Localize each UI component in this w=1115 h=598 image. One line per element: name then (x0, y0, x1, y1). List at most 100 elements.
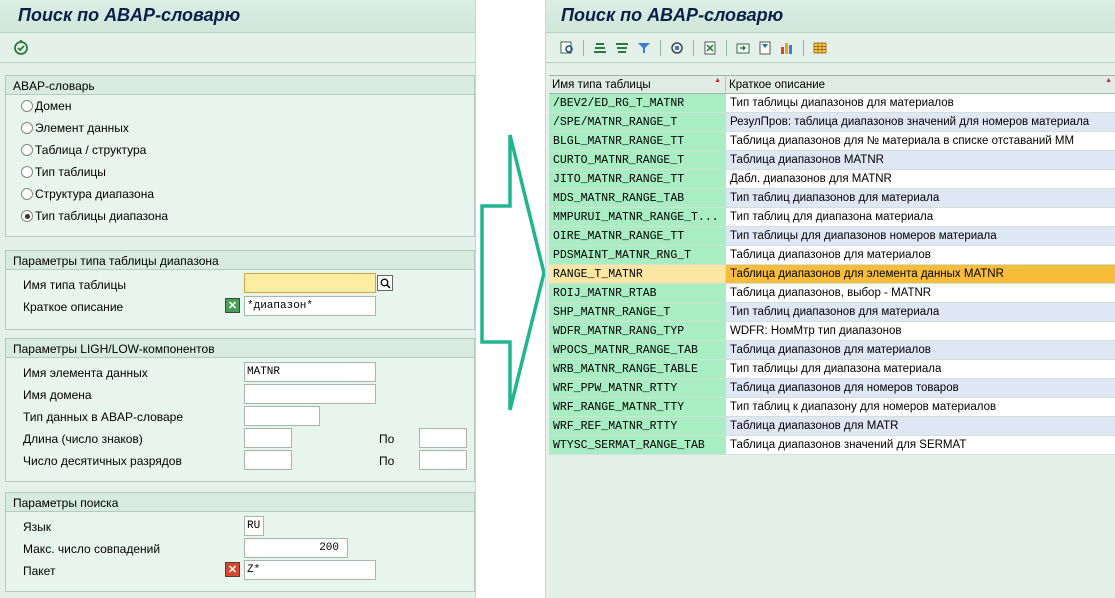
table-row[interactable]: /SPE/MATNR_RANGE_T РезулПров: таблица диа… (549, 113, 1115, 132)
description-cell: Таблица диапазонов для элемента данных M… (726, 265, 1115, 283)
form-title: Поиск по ABAP-словарю (0, 0, 475, 33)
table-type-name-input[interactable] (244, 273, 376, 293)
table-type-name-cell[interactable]: OIRE_MATNR_RANGE_TT (549, 227, 726, 245)
length-from-input[interactable] (244, 428, 292, 448)
radio-button-icon[interactable] (21, 144, 33, 156)
decimals-to-label: По (379, 454, 395, 468)
domain-name-input[interactable] (244, 384, 376, 404)
description-cell: Таблица диапазонов значений для SERMAT (726, 436, 1115, 454)
radio-button-icon[interactable] (21, 166, 33, 178)
table-row[interactable]: BLGL_MATNR_RANGE_TT Таблица диапазонов дл… (549, 132, 1115, 151)
radio-button-icon[interactable] (21, 210, 33, 222)
table-type-name-cell[interactable]: WDFR_MATNR_RANG_TYP (549, 322, 726, 340)
radio-option[interactable]: Структура диапазона (21, 187, 154, 201)
print-icon[interactable] (732, 38, 754, 58)
column-header-name[interactable]: Имя типа таблицы ▲ (549, 76, 726, 93)
details-icon[interactable] (556, 38, 578, 58)
radio-option[interactable]: Тип таблицы (21, 165, 106, 179)
table-type-name-cell[interactable]: SHP_MATNR_RANGE_T (549, 303, 726, 321)
table-row[interactable]: OIRE_MATNR_RANGE_TT Тип таблицы для диапа… (549, 227, 1115, 246)
grid-icon[interactable] (809, 38, 831, 58)
description-cell: Таблица диапазонов для № материала в спи… (726, 132, 1115, 150)
table-row[interactable]: CURTO_MATNR_RANGE_T Таблица диапазонов MA… (549, 151, 1115, 170)
table-row[interactable]: WDFR_MATNR_RANG_TYP WDFR: НомМтр тип диап… (549, 322, 1115, 341)
table-type-name-cell[interactable]: WPOCS_MATNR_RANGE_TAB (549, 341, 726, 359)
table-type-name-cell[interactable]: WRB_MATNR_RANGE_TABLE (549, 360, 726, 378)
table-row[interactable]: MMPURUI_MATNR_RANGE_T... Тип таблиц для д… (549, 208, 1115, 227)
column-header-description[interactable]: Краткое описание ▲ (726, 76, 1115, 93)
filter-icon[interactable] (633, 38, 655, 58)
radio-option[interactable]: Домен (21, 99, 72, 113)
table-row[interactable]: WRF_PPW_MATNR_RTTY Таблица диапазонов для… (549, 379, 1115, 398)
search-help-icon[interactable] (377, 275, 393, 291)
data-element-label: Имя элемента данных (23, 366, 148, 380)
decimals-to-input[interactable] (419, 450, 467, 470)
exclude-selection-icon[interactable]: ✕ (225, 562, 240, 577)
description-cell: Тип таблиц диапазонов для материала (726, 189, 1115, 207)
table-row[interactable]: SHP_MATNR_RANGE_T Тип таблиц диапазонов д… (549, 303, 1115, 322)
description-cell: Тип таблиц для диапазона материала (726, 208, 1115, 226)
radio-option[interactable]: Элемент данных (21, 121, 129, 135)
table-type-name-cell[interactable]: ROIJ_MATNR_RTAB (549, 284, 726, 302)
sum-icon[interactable] (666, 38, 688, 58)
table-row[interactable]: /BEV2/ED_RG_T_MATNR Тип таблицы диапазоно… (549, 94, 1115, 113)
table-row[interactable]: RANGE_T_MATNR Таблица диапазонов для элем… (549, 265, 1115, 284)
table-row[interactable]: MDS_MATNR_RANGE_TAB Тип таблиц диапазонов… (549, 189, 1115, 208)
table-type-name-cell[interactable]: WRF_PPW_MATNR_RTTY (549, 379, 726, 397)
table-row[interactable]: WRF_REF_MATNR_RTTY Таблица диапазонов для… (549, 417, 1115, 436)
table-type-name-cell[interactable]: MDS_MATNR_RANGE_TAB (549, 189, 726, 207)
table-type-name-cell[interactable]: RANGE_T_MATNR (549, 265, 726, 283)
table-type-name-cell[interactable]: MMPURUI_MATNR_RANGE_T... (549, 208, 726, 226)
chart-icon[interactable] (776, 38, 798, 58)
domain-name-label: Имя домена (23, 388, 92, 402)
radio-button-icon[interactable] (21, 122, 33, 134)
radio-option[interactable]: Тип таблицы диапазона (21, 209, 168, 223)
description-cell: Таблица диапазонов для номеров товаров (726, 379, 1115, 397)
components-group-title: Параметры LIGH/LOW-компонентов (6, 339, 474, 358)
table-type-name-cell[interactable]: WRF_RANGE_MATNR_TTY (549, 398, 726, 416)
data-element-input[interactable]: MATNR (244, 362, 376, 382)
description-cell: Тип таблиц к диапазону для номеров матер… (726, 398, 1115, 416)
table-row[interactable]: WRF_RANGE_MATNR_TTY Тип таблиц к диапазон… (549, 398, 1115, 417)
table-row[interactable]: WTYSC_SERMAT_RANGE_TAB Таблица диапазонов… (549, 436, 1115, 455)
range-type-group-title: Параметры типа таблицы диапазона (6, 251, 474, 270)
radio-button-icon[interactable] (21, 188, 33, 200)
datatype-input[interactable] (244, 406, 320, 426)
table-type-name-cell[interactable]: PDSMAINT_MATNR_RNG_T (549, 246, 726, 264)
table-type-name-cell[interactable]: CURTO_MATNR_RANGE_T (549, 151, 726, 169)
sort-descending-icon[interactable] (611, 38, 633, 58)
table-type-name-cell[interactable]: BLGL_MATNR_RANGE_TT (549, 132, 726, 150)
transition-arrow-icon (480, 134, 546, 411)
search-form-panel: Поиск по ABAP-словарю ABAP-словарь Домен… (0, 0, 476, 598)
table-row[interactable]: JITO_MATNR_RANGE_TT Дабл. диапазонов для … (549, 170, 1115, 189)
package-input[interactable]: Z* (244, 560, 376, 580)
max-hits-input[interactable]: 200 (244, 538, 348, 558)
table-type-name-cell[interactable]: /SPE/MATNR_RANGE_T (549, 113, 726, 131)
table-type-name-cell[interactable]: WTYSC_SERMAT_RANGE_TAB (549, 436, 726, 454)
language-label: Язык (23, 520, 52, 534)
table-type-name-cell[interactable]: JITO_MATNR_RANGE_TT (549, 170, 726, 188)
length-to-input[interactable] (419, 428, 467, 448)
export-excel-icon[interactable] (699, 38, 721, 58)
execute-icon[interactable] (10, 38, 32, 58)
language-input[interactable]: RU (244, 516, 264, 536)
radio-option[interactable]: Таблица / структура (21, 143, 146, 157)
table-type-name-cell[interactable]: WRF_REF_MATNR_RTTY (549, 417, 726, 435)
radio-option-label: Тип таблицы (35, 165, 106, 179)
table-type-name-cell[interactable]: /BEV2/ED_RG_T_MATNR (549, 94, 726, 112)
sort-ascending-icon[interactable] (589, 38, 611, 58)
table-row[interactable]: WRB_MATNR_RANGE_TABLE Тип таблицы для диа… (549, 360, 1115, 379)
table-row[interactable]: ROIJ_MATNR_RTAB Таблица диапазонов, выбор… (549, 284, 1115, 303)
radio-button-icon[interactable] (21, 100, 33, 112)
table-row[interactable]: PDSMAINT_MATNR_RNG_T Таблица диапазонов д… (549, 246, 1115, 265)
form-toolbar (0, 33, 475, 63)
layout-icon[interactable] (754, 38, 776, 58)
datatype-label: Тип данных в ABAP-словаре (23, 410, 184, 424)
multiple-selection-icon[interactable]: ✕ (225, 298, 240, 313)
table-row[interactable]: WPOCS_MATNR_RANGE_TAB Таблица диапазонов … (549, 341, 1115, 360)
short-description-input[interactable]: *диапазон* (244, 296, 376, 316)
description-cell: Таблица диапазонов для MATR (726, 417, 1115, 435)
radio-option-label: Таблица / структура (35, 143, 147, 157)
description-cell: Тип таблиц диапазонов для материала (726, 303, 1115, 321)
decimals-from-input[interactable] (244, 450, 292, 470)
